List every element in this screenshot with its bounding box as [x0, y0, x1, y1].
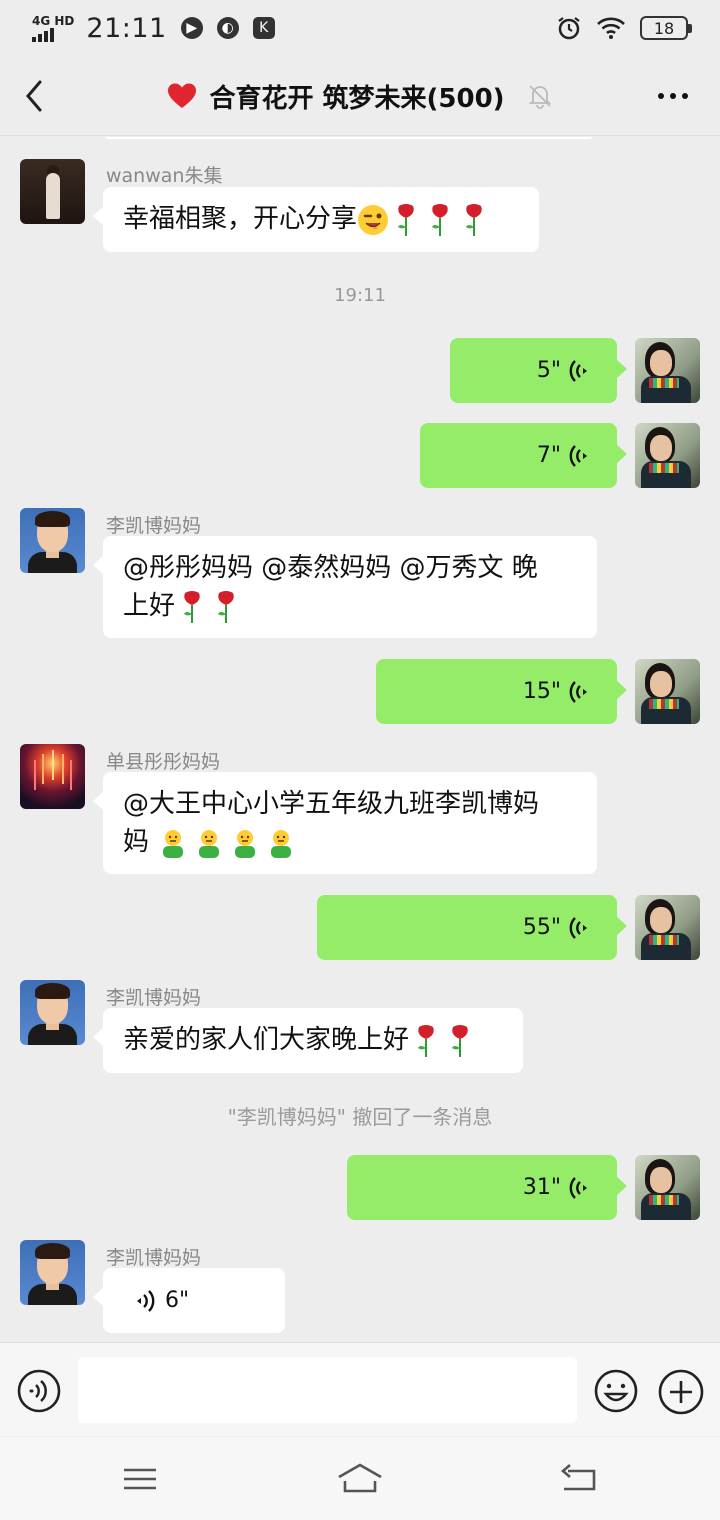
voice-duration: 15": [522, 678, 561, 704]
voice-duration: 55": [522, 914, 561, 940]
message-text: 幸福相聚，开心分享: [123, 204, 358, 234]
rose-icon: [418, 1024, 434, 1057]
emoji-icon[interactable]: [594, 1369, 638, 1413]
network-indicator: 4G HD: [32, 13, 75, 42]
sender-name: 李凯博妈妈: [106, 987, 202, 1009]
message-list[interactable]: wanwan朱集 幸福相聚，开心分享 19:11 5" 7" 李凯博妈妈 @彤彤…: [0, 137, 720, 1341]
voice-wave-icon: [569, 916, 587, 939]
play-icon: ▶: [180, 17, 203, 39]
message-input[interactable]: [78, 1357, 577, 1423]
rose-icon: [432, 203, 448, 236]
sender-name: 李凯博妈妈: [106, 515, 202, 537]
previous-message-bubble: [102, 137, 596, 139]
voice-duration: 7": [536, 442, 561, 468]
green-person-emoji-icon: [163, 829, 184, 858]
message-text: @大王中心小学五年级九班李凯博妈: [123, 789, 540, 819]
avatar[interactable]: [635, 423, 700, 488]
home-icon[interactable]: [336, 1461, 384, 1497]
green-person-emoji-icon: [235, 829, 256, 858]
text-message[interactable]: 亲爱的家人们大家晚上好: [93, 1008, 523, 1073]
sender-name: 单县彤彤妈妈: [106, 751, 221, 773]
voice-wave-icon: [569, 444, 587, 467]
avatar[interactable]: [20, 159, 85, 224]
text-message[interactable]: @彤彤妈妈 @泰然妈妈 @万秀文 晚 上好: [93, 536, 597, 638]
green-person-emoji-icon: [199, 829, 220, 858]
wink-emoji-icon: [358, 204, 389, 235]
voice-message[interactable]: 55": [317, 895, 627, 960]
battery-level: 18: [653, 18, 675, 38]
avatar[interactable]: [635, 659, 700, 724]
message-text: 上好: [123, 591, 176, 621]
mute-bell-icon: [528, 85, 551, 109]
voice-input-icon[interactable]: [17, 1369, 61, 1413]
avatar[interactable]: [635, 1155, 700, 1220]
message-text: @彤彤妈妈 @泰然妈妈 @万秀文 晚: [123, 553, 538, 583]
avatar[interactable]: [635, 895, 700, 960]
voice-message[interactable]: 31": [347, 1155, 627, 1220]
avatar[interactable]: [20, 508, 85, 573]
voice-wave-icon: [137, 1289, 155, 1312]
planet-icon: ◐: [216, 17, 239, 39]
sender-name: 李凯博妈妈: [106, 1247, 202, 1269]
voice-wave-icon: [569, 680, 587, 703]
heart-icon: [168, 83, 197, 108]
rose-icon: [466, 203, 482, 236]
text-message[interactable]: 幸福相聚，开心分享: [93, 187, 539, 252]
recall-notice: "李凯博妈妈" 撤回了一条消息: [227, 1105, 493, 1129]
text-message[interactable]: @大王中心小学五年级九班李凯博妈 妈: [93, 772, 597, 874]
voice-duration: 5": [536, 357, 561, 383]
rose-icon: [218, 590, 234, 623]
system-nav-bar: [0, 1437, 720, 1520]
voice-message[interactable]: 7": [420, 423, 627, 488]
signal-icon: [32, 27, 54, 42]
green-person-emoji-icon: [271, 829, 292, 858]
plus-icon[interactable]: [658, 1369, 704, 1415]
timestamp: 19:11: [334, 285, 386, 306]
page-title: 合育花开 筑梦未来(500): [209, 83, 505, 114]
network-label: 4G HD: [32, 13, 75, 28]
voice-message[interactable]: 15": [376, 659, 627, 724]
sender-name: wanwan朱集: [106, 165, 223, 187]
message-text: 妈: [123, 827, 158, 857]
back-nav-icon[interactable]: [556, 1461, 604, 1497]
voice-message[interactable]: 6": [93, 1268, 285, 1333]
more-icon[interactable]: [658, 82, 694, 110]
voice-wave-icon: [569, 359, 587, 382]
avatar[interactable]: [20, 1240, 85, 1305]
input-bar: [0, 1342, 720, 1436]
rose-icon: [398, 203, 414, 236]
alarm-icon: [558, 17, 580, 40]
voice-message[interactable]: 5": [450, 338, 627, 403]
chat-header: 合育花开 筑梦未来(500): [0, 56, 720, 136]
rose-icon: [184, 590, 200, 623]
voice-wave-icon: [569, 1176, 587, 1199]
clock: 21:11: [86, 12, 167, 44]
rose-icon: [452, 1024, 468, 1057]
avatar[interactable]: [20, 980, 85, 1045]
battery-icon: 18: [640, 16, 692, 40]
wifi-icon: [597, 17, 625, 39]
voice-duration: 31": [522, 1174, 561, 1200]
voice-duration: 6": [165, 1287, 190, 1313]
k-app-icon: K: [252, 17, 275, 39]
status-bar: 4G HD 21:11 ▶ ◐ K 18: [0, 0, 720, 56]
avatar[interactable]: [635, 338, 700, 403]
avatar[interactable]: [20, 744, 85, 809]
menu-icon[interactable]: [116, 1461, 164, 1497]
message-text: 亲爱的家人们大家晚上好: [123, 1025, 410, 1055]
